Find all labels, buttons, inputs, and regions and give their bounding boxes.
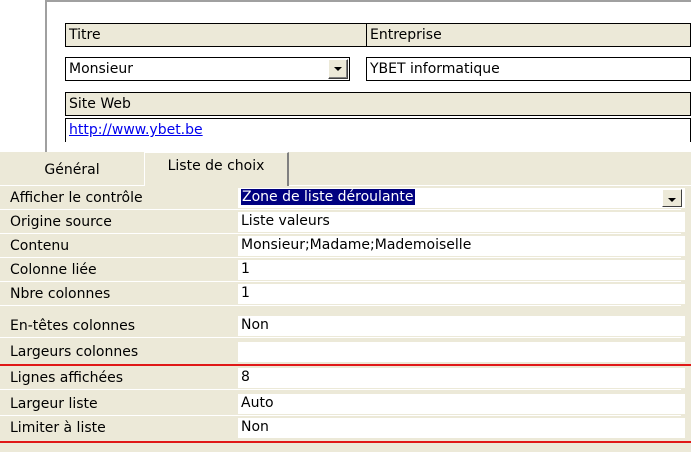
prop-row-largeurs-colonnes[interactable]: Largeurs colonnes [0,342,691,363]
prop-row-largeur-liste[interactable]: Largeur liste Auto [0,394,691,415]
prop-value[interactable]: Auto [238,394,685,414]
siteweb-field[interactable]: http://www.ybet.be [65,118,691,142]
tab-general[interactable]: Général [0,156,144,186]
prop-label: Nbre colonnes [10,286,111,302]
highlight-line-top [0,364,691,366]
prop-separator [0,305,681,306]
chevron-down-icon [334,67,342,71]
prop-label: Origine source [10,214,112,230]
prop-separator [0,209,681,210]
prop-label: En-têtes colonnes [10,318,136,334]
prop-row-colonne-liee[interactable]: Colonne liée 1 [0,260,691,281]
prop-separator [0,257,681,258]
highlight-line-bottom [0,441,691,443]
titre-combo[interactable]: Monsieur [65,57,350,81]
tab-divider [0,185,144,186]
prop-row-en-tetes-colonnes[interactable]: En-têtes colonnes Non [0,316,691,337]
prop-row-limiter-a-liste[interactable]: Limiter à liste Non [0,418,691,439]
prop-row-nbre-colonnes[interactable]: Nbre colonnes 1 [0,284,691,305]
prop-value[interactable]: 8 [238,368,685,388]
prop-row-contenu[interactable]: Contenu Monsieur;Madame;Mademoiselle [0,236,691,257]
prop-separator [0,337,681,338]
prop-value[interactable]: Liste valeurs [238,212,685,232]
prop-label: Afficher le contrôle [10,190,143,206]
prop-value[interactable]: Non [238,316,685,336]
prop-row-afficher-controle[interactable]: Afficher le contrôle Zone de liste dérou… [0,188,691,209]
titre-combo-value: Monsieur [69,61,133,77]
prop-separator [0,281,681,282]
prop-value[interactable]: 1 [238,260,685,280]
prop-dropdown-button[interactable] [662,189,682,207]
prop-value[interactable] [238,342,685,362]
prop-separator [0,233,681,234]
tab-divider [289,185,691,186]
prop-row-origine-source[interactable]: Origine source Liste valeurs [0,212,691,233]
prop-value-selected: Zone de liste déroulante [241,189,415,205]
siteweb-link[interactable]: http://www.ybet.be [69,122,203,138]
prop-value-afficher-controle[interactable]: Zone de liste déroulante [238,188,685,208]
form-frame-top [45,0,691,2]
siteweb-label[interactable]: Site Web [65,92,691,116]
prop-label: Largeur liste [10,396,98,412]
titre-label[interactable]: Titre [65,23,367,47]
prop-value[interactable]: Non [238,418,685,438]
entreprise-label[interactable]: Entreprise [366,23,691,47]
prop-separator [0,415,681,416]
prop-separator [0,389,681,390]
titre-dropdown-button[interactable] [328,59,348,79]
form-frame-left [45,0,47,152]
prop-label: Lignes affichées [10,370,124,386]
prop-label: Colonne liée [10,262,97,278]
entreprise-field[interactable]: YBET informatique [366,57,691,81]
prop-value[interactable]: Monsieur;Madame;Mademoiselle [238,236,685,256]
property-sheet: Général Liste de choix Afficher le contr… [0,152,691,452]
entreprise-value: YBET informatique [370,61,500,77]
chevron-down-icon [668,198,676,202]
prop-value[interactable]: 1 [238,284,685,304]
tab-liste-de-choix[interactable]: Liste de choix [144,152,289,186]
prop-label: Largeurs colonnes [10,344,139,360]
prop-label: Limiter à liste [10,420,106,436]
prop-row-lignes-affichees[interactable]: Lignes affichées 8 [0,368,691,389]
prop-label: Contenu [10,238,70,254]
